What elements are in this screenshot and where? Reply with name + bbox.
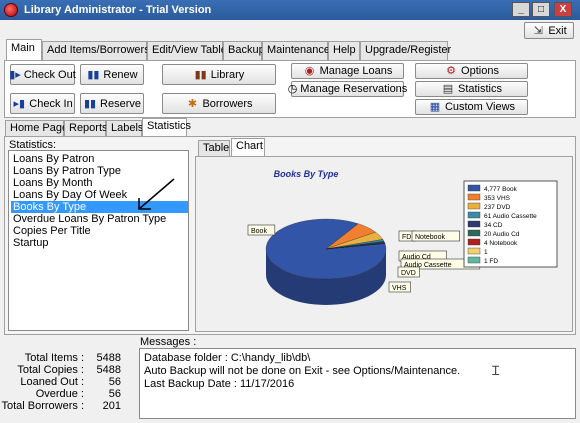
svg-text:DVD: DVD [401, 270, 416, 277]
borrowers-button[interactable]: ✱ Borrowers [162, 93, 276, 114]
window-title: Library Administrator - Trial Version [24, 4, 212, 16]
exit-icon: ⇲ [533, 24, 543, 37]
exit-label: Exit [548, 24, 567, 37]
statistics-icon: ▤ [442, 83, 454, 95]
manage-loans-label: Manage Loans [319, 65, 393, 77]
books-icon: ▮▮ [194, 68, 207, 81]
total-copies-label: Total Copies : [17, 364, 84, 376]
total-borrowers-value: 201 [102, 400, 121, 412]
exit-button[interactable]: ⇲ Exit [524, 22, 574, 39]
check-out-icon: ▮▸ [9, 68, 21, 81]
reserve-button[interactable]: ▮▮ Reserve [80, 93, 144, 114]
chart-title: Books By Type [274, 169, 339, 179]
message-line: Auto Backup will not be done on Exit - s… [144, 365, 461, 377]
svg-text:237 DVD: 237 DVD [484, 204, 511, 211]
title-bar: Library Administrator - Trial Version _ … [0, 0, 580, 20]
tab-labels[interactable]: Labels [106, 120, 143, 136]
text-cursor-icon: Ɪ [492, 363, 500, 378]
svg-text:1 FD: 1 FD [484, 258, 498, 265]
check-out-button[interactable]: ▮▸ Check Out [9, 64, 76, 85]
svg-text:4,777 Book: 4,777 Book [484, 186, 518, 193]
check-in-icon: ▸▮ [13, 97, 26, 110]
options-label: Options [461, 65, 499, 77]
borrowers-label: Borrowers [202, 97, 253, 110]
tab-help[interactable]: Help [328, 41, 360, 60]
manage-reservations-label: Manage Reservations [300, 83, 408, 95]
statistics-list[interactable]: Loans By Patron Loans By Patron Type Loa… [8, 150, 189, 331]
tab-edit-view-table[interactable]: Edit/View Table [147, 41, 227, 60]
svg-text:1: 1 [484, 249, 488, 256]
loaned-out-value: 56 [108, 376, 121, 388]
svg-text:4 Notebook: 4 Notebook [484, 240, 518, 247]
renew-icon: ▮▮ [87, 68, 100, 81]
svg-text:Notebook: Notebook [415, 234, 445, 241]
svg-text:Book: Book [251, 228, 267, 235]
total-borrowers-label: Total Borrowers : [1, 400, 84, 412]
svg-text:VHS: VHS [392, 285, 407, 292]
loans-icon: ◉ [304, 65, 315, 77]
svg-text:34 CD: 34 CD [484, 222, 503, 229]
custom-views-label: Custom Views [444, 101, 516, 113]
total-items-value: 5488 [96, 352, 121, 364]
overdue-value: 56 [108, 388, 121, 400]
tab-add-items-borrowers[interactable]: Add Items/Borrowers [42, 41, 150, 60]
statistics-label: Statistics [457, 83, 502, 95]
manage-reservations-button[interactable]: ◷ Manage Reservations [287, 81, 408, 97]
pie-chart: Books By Type BookFD NotebookAudio CdAudi… [247, 169, 558, 305]
tab-main[interactable]: Main [6, 39, 42, 60]
messages-label: Messages : [140, 336, 197, 348]
tab-upgrade-register[interactable]: Upgrade/Register [360, 41, 451, 60]
total-copies-value: 5488 [96, 364, 121, 376]
tab-table[interactable]: Table [198, 140, 230, 156]
slice-label: DVD [397, 266, 420, 278]
loaned-out-label: Loaned Out : [20, 376, 84, 388]
custom-views-icon: ▦ [429, 101, 441, 113]
renew-button[interactable]: ▮▮ Renew [80, 64, 144, 85]
svg-text:FD: FD [402, 234, 411, 241]
list-item[interactable]: Loans By Patron [11, 153, 188, 165]
tab-maintenance[interactable]: Maintenance [262, 41, 330, 60]
message-line: Last Backup Date : 11/17/2016 [144, 378, 295, 390]
close-button[interactable]: X [554, 2, 572, 17]
check-out-label: Check Out [23, 68, 76, 81]
tab-backup[interactable]: Backup [223, 41, 265, 60]
options-icon: ⚙ [446, 65, 456, 77]
list-item[interactable]: Startup [11, 237, 188, 249]
reserve-label: Reserve [100, 97, 141, 110]
tab-reports[interactable]: Reports [64, 120, 108, 136]
reserve-icon: ▮▮ [83, 97, 97, 110]
person-icon: ✱ [187, 97, 198, 110]
overdue-label: Overdue : [35, 388, 84, 400]
svg-text:61 Audio Cassette: 61 Audio Cassette [484, 213, 537, 220]
list-item[interactable]: Copies Per Title [11, 225, 188, 237]
slice-label: Book [247, 224, 276, 236]
tab-home-page[interactable]: Home Page [5, 120, 68, 136]
maximize-button[interactable]: □ [532, 2, 550, 17]
svg-text:20 Audio Cd: 20 Audio Cd [484, 231, 520, 238]
library-button[interactable]: ▮▮ Library [162, 64, 276, 85]
tab-statistics[interactable]: Statistics [142, 118, 191, 136]
library-label: Library [210, 68, 245, 81]
check-in-button[interactable]: ▸▮ Check In [10, 93, 75, 114]
pointer-arrow-icon [138, 178, 175, 210]
renew-label: Renew [103, 68, 138, 81]
check-in-label: Check In [29, 97, 73, 110]
message-line: Database folder : C:\handy_lib\db\ [144, 352, 311, 364]
custom-views-button[interactable]: ▦ Custom Views [415, 99, 528, 115]
slice-label: VHS [388, 281, 411, 293]
app-icon [4, 3, 18, 17]
clock-icon: ◷ [287, 83, 298, 95]
slice-label: Notebook [411, 230, 460, 242]
statistics-button[interactable]: ▤ Statistics [415, 81, 528, 97]
totals-section: Total Items : 5488 Total Copies : 5488 L… [0, 348, 130, 418]
minimize-button[interactable]: _ [512, 2, 530, 17]
tab-chart[interactable]: Chart [231, 138, 265, 156]
messages-box[interactable]: Database folder : C:\handy_lib\db\ Auto … [139, 348, 576, 419]
manage-loans-button[interactable]: ◉ Manage Loans [291, 63, 404, 79]
chart-panel: Books By Type Book FD Notebook Audio Cd Audi… [195, 156, 573, 332]
options-button[interactable]: ⚙ Options [415, 63, 528, 79]
total-items-label: Total Items : [24, 352, 84, 364]
svg-text:353 VHS: 353 VHS [484, 195, 511, 202]
